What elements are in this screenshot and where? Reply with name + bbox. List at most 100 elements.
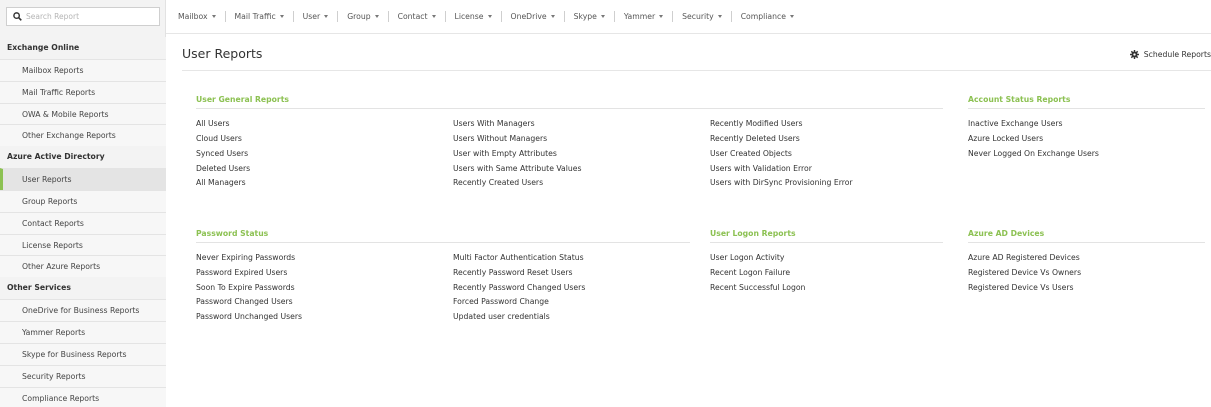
nav-divider xyxy=(613,11,615,22)
sidebar-item-yammer-reports[interactable]: Yammer Reports xyxy=(0,320,166,343)
caret-down-icon xyxy=(431,15,436,18)
nav-divider xyxy=(224,11,226,22)
section-title: Account Status Reports xyxy=(968,95,1071,104)
nav-divider xyxy=(444,11,446,22)
report-link-inactive-exchange-users[interactable]: Inactive Exchange Users xyxy=(968,119,1062,129)
sidebar-item-mail-traffic-reports[interactable]: Mail Traffic Reports xyxy=(0,80,166,103)
search-icon xyxy=(13,12,22,21)
report-link-user-created-objects[interactable]: User Created Objects xyxy=(710,149,792,159)
caret-down-icon xyxy=(324,15,329,18)
section-divider xyxy=(968,108,1205,109)
nav-divider xyxy=(292,11,294,22)
caret-down-icon xyxy=(717,15,722,18)
report-link-users-dirsync-error[interactable]: Users with DirSync Provisioning Error xyxy=(710,178,853,188)
report-link-never-expiring-passwords[interactable]: Never Expiring Passwords xyxy=(196,253,295,263)
sidebar-group-other-services: Other Services xyxy=(0,277,166,300)
nav-compliance[interactable]: Compliance xyxy=(741,12,794,21)
nav-user[interactable]: User xyxy=(303,12,329,21)
report-link-all-managers[interactable]: All Managers xyxy=(196,178,246,188)
section-divider xyxy=(968,242,1205,243)
report-link-updated-user-credentials[interactable]: Updated user credentials xyxy=(453,312,550,322)
schedule-reports-label: Schedule Reports xyxy=(1143,50,1211,59)
nav-yammer[interactable]: Yammer xyxy=(623,12,664,21)
sidebar-item-group-reports[interactable]: Group Reports xyxy=(0,189,166,212)
section-title: Password Status xyxy=(196,229,269,238)
nav-label: Skype xyxy=(573,12,597,21)
report-link-registered-device-vs-users[interactable]: Registered Device Vs Users xyxy=(968,283,1074,293)
report-link-users-with-managers[interactable]: Users With Managers xyxy=(453,119,535,129)
sidebar: Exchange Online Mailbox Reports Mail Tra… xyxy=(0,0,166,407)
search-box[interactable] xyxy=(6,7,160,26)
report-link-password-unchanged-users[interactable]: Password Unchanged Users xyxy=(196,312,302,322)
report-link-azure-ad-registered-devices[interactable]: Azure AD Registered Devices xyxy=(968,253,1080,263)
sidebar-item-license-reports[interactable]: License Reports xyxy=(0,233,166,256)
report-link-user-empty-attributes[interactable]: User with Empty Attributes xyxy=(453,149,557,159)
report-link-mfa-status[interactable]: Multi Factor Authentication Status xyxy=(453,253,584,263)
nav-label: Security xyxy=(682,12,714,21)
nav-security[interactable]: Security xyxy=(682,12,722,21)
report-link-deleted-users[interactable]: Deleted Users xyxy=(196,164,250,174)
nav-label: Yammer xyxy=(623,12,656,21)
report-link-registered-device-vs-owners[interactable]: Registered Device Vs Owners xyxy=(968,268,1081,278)
nav-group[interactable]: Group xyxy=(347,12,379,21)
report-link-forced-password-change[interactable]: Forced Password Change xyxy=(453,297,549,307)
section-password-status: Password Status xyxy=(196,229,268,243)
sidebar-item-other-azure-reports[interactable]: Other Azure Reports xyxy=(0,255,166,278)
schedule-reports-button[interactable]: Schedule Reports xyxy=(1129,50,1211,59)
sidebar-item-onedrive-reports[interactable]: OneDrive for Business Reports xyxy=(0,299,166,321)
report-link-recent-logon-failure[interactable]: Recent Logon Failure xyxy=(710,268,790,278)
nav-license[interactable]: License xyxy=(455,12,492,21)
report-link-recently-modified-users[interactable]: Recently Modified Users xyxy=(710,119,802,129)
nav-label: Mailbox xyxy=(178,12,208,21)
nav-onedrive[interactable]: OneDrive xyxy=(511,12,555,21)
report-link-synced-users[interactable]: Synced Users xyxy=(196,149,248,159)
sidebar-group-azure-active-directory: Azure Active Directory xyxy=(0,146,166,169)
report-link-never-logged-on-users[interactable]: Never Logged On Exchange Users xyxy=(968,149,1099,159)
report-link-users-same-attribute-values[interactable]: Users with Same Attribute Values xyxy=(453,164,581,174)
caret-down-icon xyxy=(789,15,794,18)
report-link-recently-password-changed[interactable]: Recently Password Changed Users xyxy=(453,283,585,293)
nav-divider xyxy=(730,11,732,22)
nav-skype[interactable]: Skype xyxy=(574,12,605,21)
report-link-azure-locked-users[interactable]: Azure Locked Users xyxy=(968,134,1043,144)
sidebar-item-mailbox-reports[interactable]: Mailbox Reports xyxy=(0,58,166,81)
sidebar-item-user-reports[interactable]: User Reports xyxy=(0,168,166,190)
sidebar-item-security-reports[interactable]: Security Reports xyxy=(0,364,166,387)
nav-label: Contact xyxy=(397,12,428,21)
report-link-cloud-users[interactable]: Cloud Users xyxy=(196,134,242,144)
sidebar-item-contact-reports[interactable]: Contact Reports xyxy=(0,211,166,234)
caret-down-icon xyxy=(211,15,216,18)
caret-down-icon xyxy=(487,15,492,18)
report-link-recently-created-users[interactable]: Recently Created Users xyxy=(453,178,543,188)
report-link-users-without-managers[interactable]: Users Without Managers xyxy=(453,134,547,144)
nav-divider xyxy=(672,11,674,22)
sidebar-item-owa-mobile-reports[interactable]: OWA & Mobile Reports xyxy=(0,102,166,125)
sidebar-item-compliance-reports[interactable]: Compliance Reports xyxy=(0,386,166,407)
nav-label: User xyxy=(302,12,321,21)
section-divider xyxy=(196,108,943,109)
report-link-all-users[interactable]: All Users xyxy=(196,119,230,129)
title-divider xyxy=(182,70,1211,71)
caret-down-icon xyxy=(279,15,284,18)
report-link-user-logon-activity[interactable]: User Logon Activity xyxy=(710,253,784,263)
report-link-soon-to-expire-passwords[interactable]: Soon To Expire Passwords xyxy=(196,283,295,293)
sidebar-item-other-exchange-reports[interactable]: Other Exchange Reports xyxy=(0,124,166,147)
sidebar-item-skype-reports[interactable]: Skype for Business Reports xyxy=(0,342,166,365)
report-link-recent-successful-logon[interactable]: Recent Successful Logon xyxy=(710,283,805,293)
section-title: User General Reports xyxy=(196,95,289,104)
nav-mailbox[interactable]: Mailbox xyxy=(178,12,216,21)
report-link-users-validation-error[interactable]: Users with Validation Error xyxy=(710,164,812,174)
section-user-logon-reports: User Logon Reports xyxy=(710,229,796,243)
report-link-password-expired-users[interactable]: Password Expired Users xyxy=(196,268,287,278)
nav-contact[interactable]: Contact xyxy=(398,12,436,21)
nav-mail-traffic[interactable]: Mail Traffic xyxy=(235,12,284,21)
search-input[interactable] xyxy=(26,12,146,21)
report-link-recently-password-reset[interactable]: Recently Password Reset Users xyxy=(453,268,573,278)
section-divider xyxy=(196,242,690,243)
nav-divider xyxy=(387,11,389,22)
report-link-password-changed-users[interactable]: Password Changed Users xyxy=(196,297,293,307)
sidebar-group-exchange-online: Exchange Online xyxy=(0,37,166,59)
report-link-recently-deleted-users[interactable]: Recently Deleted Users xyxy=(710,134,800,144)
section-divider xyxy=(710,242,943,243)
nav-divider xyxy=(500,11,502,22)
